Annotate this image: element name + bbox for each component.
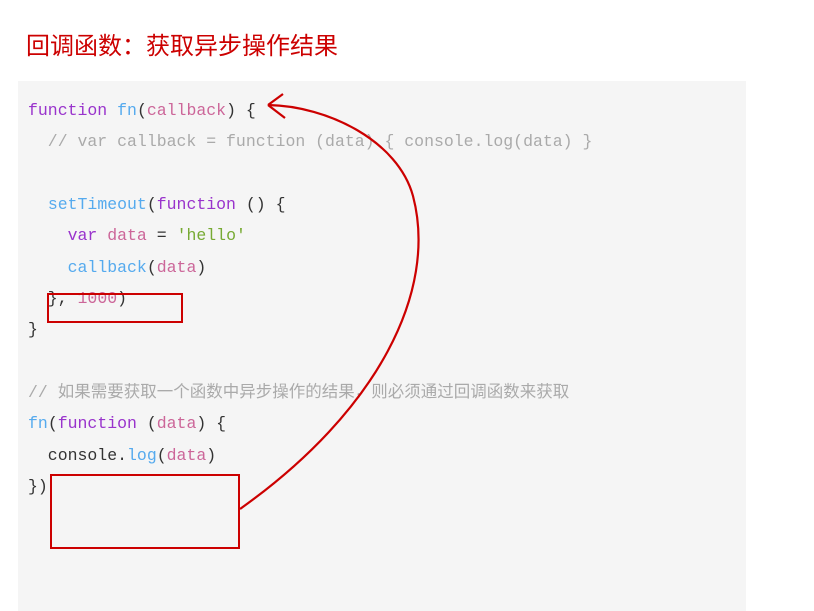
tok-paren: (	[147, 258, 157, 277]
tok-paren: )	[206, 446, 216, 465]
tok-paren: (	[137, 414, 157, 433]
highlight-box-anon-fn	[50, 474, 240, 549]
indent	[28, 226, 68, 245]
tok-paren: (	[48, 414, 58, 433]
indent: },	[28, 289, 78, 308]
tok-call: log	[127, 446, 157, 465]
arrow-annotation	[18, 81, 746, 561]
tok-string: 'hello'	[177, 226, 246, 245]
tok-ident: data	[157, 258, 197, 277]
tok-eq: =	[147, 226, 177, 245]
tok-brace: })	[28, 477, 48, 496]
tok-call: setTimeout	[48, 195, 147, 214]
tok-paren: (	[137, 101, 147, 120]
tok-paren: (	[147, 195, 157, 214]
tok-keyword: function	[28, 101, 107, 120]
tok-comment: // 如果需要获取一个函数中异步操作的结果，则必须通过回调函数来获取	[28, 383, 569, 402]
tok-paren: )	[117, 289, 127, 308]
tok-paren: ) {	[196, 414, 226, 433]
tok-ident: data	[167, 446, 207, 465]
tok-comment: // var callback = function (data) { cons…	[28, 132, 592, 151]
tok-paren: ) {	[226, 101, 256, 120]
indent	[28, 195, 48, 214]
indent	[28, 258, 68, 277]
tok-paren: )	[196, 258, 206, 277]
code-block: function fn(callback) { // var callback …	[18, 81, 746, 611]
tok-call: callback	[68, 258, 147, 277]
tok-var: var	[68, 226, 98, 245]
page-title: 回调函数：获取异步操作结果	[26, 26, 796, 61]
tok-keyword: function	[58, 414, 137, 433]
tok-func: fn	[117, 101, 137, 120]
tok-num: 1000	[78, 289, 118, 308]
tok-keyword: function	[157, 195, 236, 214]
indent: console.	[28, 446, 127, 465]
tok-func: fn	[28, 414, 48, 433]
tok-brace: }	[28, 320, 38, 339]
tok-paren: (	[157, 446, 167, 465]
tok-ident: data	[157, 414, 197, 433]
tok-ident: data	[97, 226, 147, 245]
tok-paren: () {	[236, 195, 286, 214]
tok-ident: callback	[147, 101, 226, 120]
